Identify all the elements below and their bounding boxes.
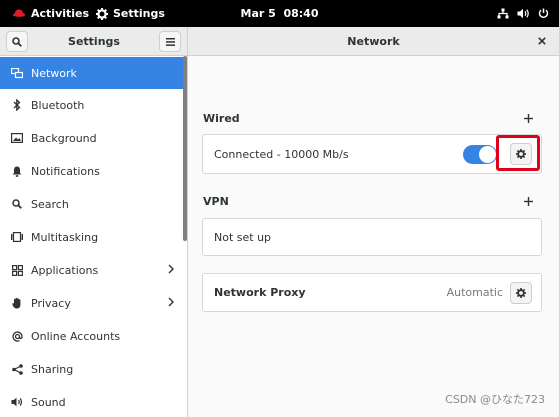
status-area[interactable] xyxy=(497,0,549,27)
close-icon xyxy=(538,37,546,45)
menu-button[interactable] xyxy=(159,31,181,52)
sidebar-item-online-accounts[interactable]: Online Accounts xyxy=(0,320,186,352)
network-icon xyxy=(11,67,23,79)
activities-label: Activities xyxy=(31,7,90,20)
gear-icon xyxy=(516,288,526,298)
sidebar-item-label: Multitasking xyxy=(31,230,99,244)
sidebar-item-label: Bluetooth xyxy=(31,98,85,112)
hand-icon xyxy=(11,297,23,309)
proxy-label: Network Proxy xyxy=(214,286,306,299)
sidebar-item-label: Search xyxy=(31,197,69,211)
sidebar-item-background[interactable]: Background xyxy=(0,122,186,154)
search-icon xyxy=(11,198,23,210)
top-bar: Activities Settings Mar 5 08:40 xyxy=(0,0,559,27)
sidebar-item-network[interactable]: Network xyxy=(0,57,186,89)
wired-toggle[interactable] xyxy=(463,145,497,164)
sidebar-item-label: Network xyxy=(31,66,77,80)
sidebar-item-label: Applications xyxy=(31,263,99,277)
wired-connection-row: Connected - 10000 Mb/s xyxy=(202,134,542,174)
bluetooth-icon xyxy=(11,99,23,111)
plus-icon xyxy=(523,196,533,206)
add-vpn-button[interactable] xyxy=(521,194,535,208)
sidebar-item-label: Sound xyxy=(31,395,66,409)
sidebar-item-applications[interactable]: Applications xyxy=(0,254,186,286)
toggle-knob xyxy=(479,146,496,163)
speaker-icon xyxy=(11,396,23,408)
app-menu-label: Settings xyxy=(113,7,165,20)
highlight-box xyxy=(496,135,540,171)
sidebar-item-sound[interactable]: Sound xyxy=(0,386,186,417)
hamburger-icon xyxy=(165,37,175,46)
power-icon xyxy=(538,8,549,19)
app-menu-button[interactable]: Settings xyxy=(96,0,165,27)
sidebar-item-privacy[interactable]: Privacy xyxy=(0,287,186,319)
multitasking-icon xyxy=(11,231,23,243)
settings-window: Settings Network Network Bluetooth Backg… xyxy=(0,27,559,417)
activities-button[interactable]: Activities xyxy=(12,0,89,27)
sidebar-item-search[interactable]: Search xyxy=(0,188,186,220)
gear-icon xyxy=(96,7,108,20)
proxy-value: Automatic xyxy=(446,286,503,299)
vpn-section-label: VPN xyxy=(203,195,229,208)
sidebar-header: Settings xyxy=(0,27,188,56)
sidebar-item-label: Background xyxy=(31,131,97,145)
sidebar-scrollbar[interactable] xyxy=(183,56,187,241)
add-wired-button[interactable] xyxy=(521,111,535,125)
bell-icon xyxy=(11,165,23,177)
sidebar-item-sharing[interactable]: Sharing xyxy=(0,353,186,385)
share-icon xyxy=(11,363,23,375)
vpn-status: Not set up xyxy=(214,230,272,244)
main-header: Network xyxy=(188,27,559,56)
plus-icon xyxy=(523,113,533,123)
wired-status: Connected - 10000 Mb/s xyxy=(214,147,349,161)
background-icon xyxy=(11,132,23,144)
chevron-right-icon xyxy=(168,264,174,274)
applications-icon xyxy=(11,264,23,276)
network-proxy-row[interactable]: Network Proxy Automatic xyxy=(202,273,542,312)
sidebar-item-multitasking[interactable]: Multitasking xyxy=(0,221,186,253)
sidebar-item-label: Notifications xyxy=(31,164,100,178)
wired-section-label: Wired xyxy=(203,112,240,125)
vpn-row: Not set up xyxy=(202,218,542,256)
sidebar-item-label: Sharing xyxy=(31,362,74,376)
sidebar-item-label: Privacy xyxy=(31,296,71,310)
page-title: Network xyxy=(347,35,400,48)
chevron-right-icon xyxy=(168,297,174,307)
wired-network-icon xyxy=(497,8,509,19)
proxy-settings-button[interactable] xyxy=(510,282,532,304)
network-panel: Wired Connected - 10000 Mb/s VPN Not set… xyxy=(188,56,559,417)
at-icon xyxy=(11,330,23,342)
volume-icon xyxy=(517,8,529,19)
redhat-logo-icon xyxy=(12,9,26,17)
close-button[interactable] xyxy=(533,32,551,50)
sidebar-item-bluetooth[interactable]: Bluetooth xyxy=(0,89,186,121)
sidebar: Network Bluetooth Background Notificatio… xyxy=(0,56,188,417)
clock[interactable]: Mar 5 08:40 xyxy=(241,7,319,20)
watermark: CSDN @ひなた723 xyxy=(445,393,545,406)
sidebar-item-notifications[interactable]: Notifications xyxy=(0,155,186,187)
sidebar-item-label: Online Accounts xyxy=(31,329,121,343)
